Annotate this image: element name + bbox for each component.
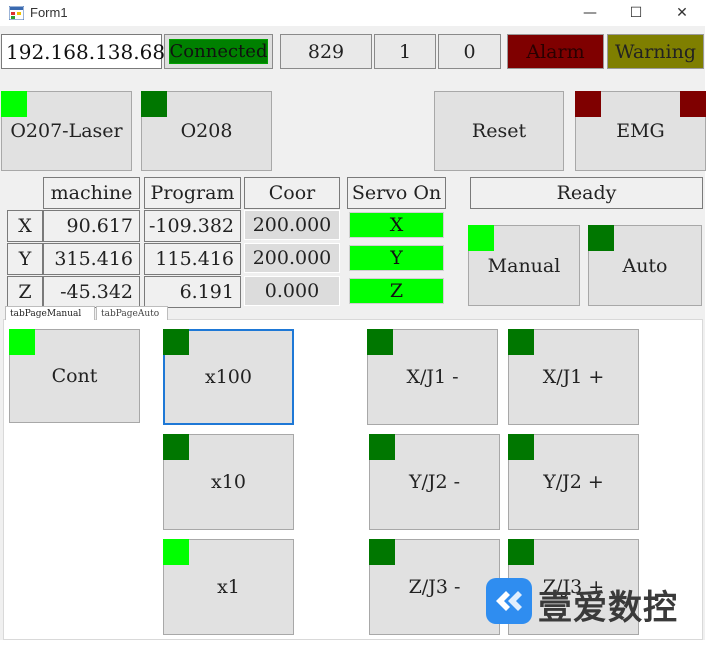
emg-lamp-left <box>575 91 601 117</box>
axis-label-y: Y <box>7 243 43 275</box>
program-o207-lamp <box>1 91 27 117</box>
connection-status-panel: Connected <box>164 34 273 69</box>
servo-y-indicator: Y <box>349 245 444 271</box>
step-x10-label: x10 <box>211 471 246 493</box>
program-y-value: 115.416 <box>144 243 241 275</box>
coor-z-value: 0.000 <box>244 276 340 306</box>
reset-label: Reset <box>471 120 527 142</box>
title-bar: Form1 — ☐ ✕ <box>0 0 713 26</box>
counter-display-1: 829 <box>280 34 372 69</box>
warning-indicator: Warning <box>607 34 704 69</box>
ip-address-input[interactable]: 192.168.138.68 <box>1 34 166 69</box>
close-button[interactable]: ✕ <box>659 0 705 26</box>
step-x1-lamp <box>163 539 189 565</box>
machine-x-value: 90.617 <box>43 210 140 242</box>
reset-button[interactable]: Reset <box>434 91 564 171</box>
header-coor: Coor <box>244 177 340 209</box>
jog-y-minus-label: Y/J2 - <box>408 471 461 493</box>
cont-lamp <box>9 329 35 355</box>
minimize-button[interactable]: — <box>567 0 613 26</box>
step-x100-lamp <box>163 329 189 355</box>
servo-z-indicator: Z <box>349 278 444 304</box>
jog-y-plus-lamp <box>508 434 534 460</box>
header-machine: machine <box>43 177 140 209</box>
ready-status: Ready <box>470 177 703 209</box>
jog-x-minus-lamp <box>367 329 393 355</box>
emg-lamp-right <box>680 91 706 117</box>
app-icon <box>9 6 24 20</box>
step-x1-label: x1 <box>217 576 240 598</box>
counter-display-2: 1 <box>374 34 436 69</box>
coor-y-value: 200.000 <box>244 243 340 273</box>
coor-x-value: 200.000 <box>244 210 340 240</box>
jog-z-plus-lamp <box>508 539 534 565</box>
header-program: Program <box>144 177 241 209</box>
auto-mode-label: Auto <box>622 254 668 277</box>
tab-manual[interactable]: tabPageManual <box>5 306 95 320</box>
jog-x-plus-lamp <box>508 329 534 355</box>
machine-z-value: -45.342 <box>43 276 140 308</box>
jog-z-minus-label: Z/J3 - <box>408 576 461 598</box>
program-o208-label: O208 <box>180 120 233 142</box>
jog-x-minus-label: X/J1 - <box>406 366 459 388</box>
cont-label: Cont <box>51 365 98 387</box>
axis-label-z: Z <box>7 276 43 308</box>
jog-x-plus-label: X/J1 + <box>542 366 605 388</box>
axis-label-x: X <box>7 210 43 242</box>
manual-mode-label: Manual <box>487 254 561 277</box>
program-o208-lamp <box>141 91 167 117</box>
jog-y-minus-lamp <box>369 434 395 460</box>
step-x100-label: x100 <box>205 366 252 388</box>
auto-mode-lamp <box>588 225 614 251</box>
maximize-button[interactable]: ☐ <box>613 0 659 26</box>
emg-label: EMG <box>616 120 665 142</box>
manual-mode-lamp <box>468 225 494 251</box>
step-x10-lamp <box>163 434 189 460</box>
header-servo-on: Servo On <box>347 177 446 209</box>
program-z-value: 6.191 <box>144 276 241 308</box>
program-o207-label: O207-Laser <box>10 120 123 142</box>
jog-z-minus-lamp <box>369 539 395 565</box>
servo-x-indicator: X <box>349 212 444 238</box>
program-x-value: -109.382 <box>144 210 241 242</box>
connection-status: Connected <box>169 39 268 64</box>
counter-display-3: 0 <box>438 34 501 69</box>
watermark-logo-icon <box>486 578 532 624</box>
ip-address-value: 192.168.138.68 <box>6 39 166 64</box>
alarm-indicator: Alarm <box>507 34 604 69</box>
window-title: Form1 <box>30 5 68 20</box>
jog-y-plus-label: Y/J2 + <box>543 471 604 493</box>
tab-auto[interactable]: tabPageAuto <box>96 306 168 320</box>
machine-y-value: 315.416 <box>43 243 140 275</box>
watermark-text: 壹爱数控 <box>538 588 678 628</box>
